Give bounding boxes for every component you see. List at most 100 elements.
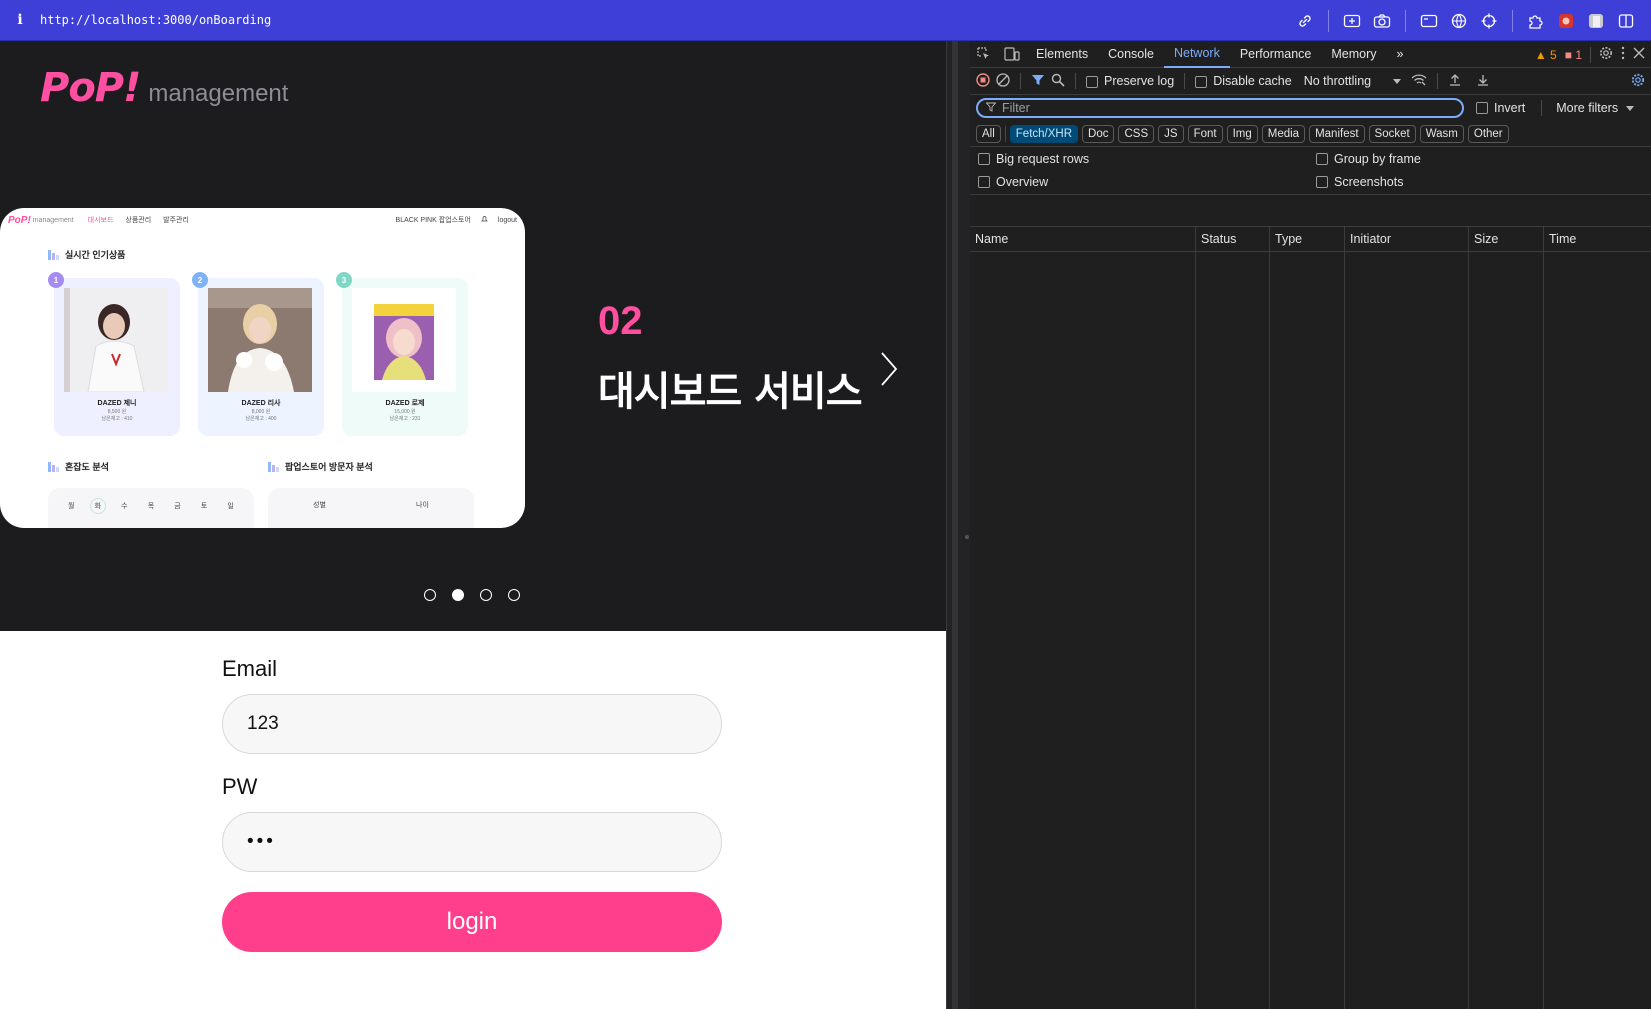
- preview-logo: PoP!: [8, 214, 31, 226]
- more-tabs-icon[interactable]: »: [1387, 41, 1414, 68]
- sidebar-toggle-icon[interactable]: [1611, 6, 1641, 36]
- resource-type-filters: All Fetch/XHR Doc CSS JS Font Img Media …: [970, 121, 1651, 147]
- extensions-icon[interactable]: [1521, 6, 1551, 36]
- preview-nav-dashboard: 대시보드: [87, 217, 114, 224]
- big-request-rows-checkbox[interactable]: Big request rows: [978, 152, 1089, 166]
- filter-chip-js[interactable]: JS: [1158, 124, 1184, 143]
- link-icon[interactable]: [1290, 6, 1320, 36]
- page-scrollbar[interactable]: [952, 41, 958, 1009]
- preview-logo-sub: management: [32, 216, 74, 224]
- rank-badge: 1: [48, 272, 64, 288]
- tab-memory[interactable]: Memory: [1321, 41, 1386, 68]
- filter-chip-doc[interactable]: Doc: [1082, 124, 1115, 143]
- more-filters-dropdown[interactable]: More filters: [1556, 101, 1635, 115]
- invert-checkbox[interactable]: Invert: [1476, 101, 1525, 115]
- filter-chip-wasm[interactable]: Wasm: [1419, 124, 1464, 143]
- preserve-log-checkbox[interactable]: Preserve log: [1086, 74, 1174, 88]
- preview-day: 일: [227, 503, 234, 510]
- profile-avatar-icon[interactable]: [1581, 6, 1611, 36]
- settings-gear-icon[interactable]: [1599, 46, 1613, 63]
- tab-elements[interactable]: Elements: [1026, 41, 1098, 68]
- carousel-dot[interactable]: [508, 589, 520, 601]
- tab-network[interactable]: Network: [1163, 41, 1230, 68]
- product-image: [64, 288, 168, 393]
- crosshair-icon[interactable]: [1474, 6, 1504, 36]
- camera-icon[interactable]: [1367, 6, 1397, 36]
- logo-management: management: [148, 80, 289, 107]
- disable-cache-checkbox[interactable]: Disable cache: [1195, 74, 1292, 88]
- preview-product-card: 2 DAZED 리사 8,000 원 남은재고 : 400: [192, 272, 324, 436]
- devtools-splitter[interactable]: [946, 41, 970, 1009]
- email-field[interactable]: 123: [222, 694, 722, 754]
- column-size[interactable]: Size: [1469, 227, 1544, 251]
- export-har-icon[interactable]: [1476, 73, 1490, 90]
- network-conditions-icon[interactable]: [1411, 73, 1427, 90]
- network-toolbar: Preserve log Disable cache No throttling: [970, 68, 1651, 95]
- screenshots-checkbox[interactable]: Screenshots: [1316, 175, 1403, 189]
- splitter-grip[interactable]: [965, 535, 969, 539]
- product-price: 15,000 원 남은재고 : 231: [389, 409, 421, 422]
- preview-nav-products: 상품관리: [125, 217, 152, 224]
- site-info-icon[interactable]: i: [0, 12, 40, 28]
- rank-badge: 3: [336, 272, 352, 288]
- import-har-icon[interactable]: [1448, 73, 1462, 90]
- column-status[interactable]: Status: [1196, 227, 1270, 251]
- screen-capture-icon[interactable]: [1337, 6, 1367, 36]
- filter-chip-fetch-xhr[interactable]: Fetch/XHR: [1009, 124, 1079, 143]
- column-time[interactable]: Time: [1544, 227, 1651, 251]
- globe-icon[interactable]: [1444, 6, 1474, 36]
- inspect-element-icon[interactable]: [970, 41, 998, 68]
- column-name[interactable]: Name: [970, 227, 1196, 251]
- slide-title: 대시보드 서비스: [598, 369, 863, 415]
- preview-product-card: 3 DAZED 로제 15,000 원 남은재고 : 231: [336, 272, 468, 436]
- chevron-down-icon: [1393, 78, 1402, 84]
- network-settings-gear-icon[interactable]: [1631, 73, 1645, 90]
- filter-chip-img[interactable]: Img: [1226, 124, 1258, 143]
- url-text[interactable]: http://localhost:3000/onBoarding: [40, 13, 271, 27]
- warnings-badge[interactable]: ▲ 5: [1535, 48, 1557, 62]
- product-name: DAZED 리사: [241, 400, 281, 407]
- password-field[interactable]: •••: [222, 812, 722, 872]
- filter-chip-socket[interactable]: Socket: [1368, 124, 1416, 143]
- filter-chip-font[interactable]: Font: [1187, 124, 1223, 143]
- terminal-icon[interactable]: [1414, 6, 1444, 36]
- pw-label: PW: [222, 774, 258, 799]
- filter-chip-all[interactable]: All: [976, 124, 1001, 143]
- carousel-dot[interactable]: [424, 589, 436, 601]
- device-toolbar-icon[interactable]: [998, 41, 1026, 68]
- errors-badge[interactable]: ■ 1: [1565, 48, 1582, 62]
- column-type[interactable]: Type: [1270, 227, 1345, 251]
- preview-tab-age: 나이: [416, 502, 429, 509]
- group-by-frame-checkbox[interactable]: Group by frame: [1316, 152, 1421, 166]
- preview-navbar: PoP! management 대시보드 상품관리 발주관리 BLACK PIN…: [0, 208, 525, 232]
- app-logo[interactable]: PoP! management: [40, 65, 288, 111]
- bar-chart-icon: [48, 249, 59, 260]
- tab-console[interactable]: Console: [1098, 41, 1164, 68]
- preview-tab-gender: 성별: [313, 502, 326, 509]
- filter-chip-css[interactable]: CSS: [1118, 124, 1155, 143]
- login-button[interactable]: login: [222, 892, 722, 952]
- filter-row: Filter Invert More filters: [970, 95, 1651, 121]
- filter-input[interactable]: Filter: [976, 98, 1464, 118]
- throttling-select[interactable]: No throttling: [1304, 74, 1402, 88]
- filter-funnel-icon[interactable]: [1031, 73, 1045, 90]
- carousel-dot-active[interactable]: [452, 589, 464, 601]
- filter-chip-manifest[interactable]: Manifest: [1309, 124, 1365, 143]
- product-name: DAZED 제니: [97, 400, 137, 407]
- filter-chip-other[interactable]: Other: [1467, 124, 1509, 143]
- record-stop-icon[interactable]: [976, 72, 990, 90]
- dashboard-preview-image: PoP! management 대시보드 상품관리 발주관리 BLACK PIN…: [0, 208, 525, 528]
- close-devtools-icon[interactable]: [1633, 47, 1645, 62]
- overview-checkbox[interactable]: Overview: [978, 175, 1048, 189]
- carousel-next-arrow-icon[interactable]: [876, 349, 902, 389]
- filter-chip-media[interactable]: Media: [1261, 124, 1306, 143]
- tab-performance[interactable]: Performance: [1230, 41, 1322, 68]
- carousel-dot[interactable]: [480, 589, 492, 601]
- product-price: 8,500 원 남은재고 : 410: [101, 409, 133, 422]
- kebab-menu-icon[interactable]: [1621, 46, 1625, 63]
- search-icon[interactable]: [1051, 73, 1065, 90]
- product-name: DAZED 로제: [385, 400, 425, 407]
- column-initiator[interactable]: Initiator: [1345, 227, 1469, 251]
- clear-icon[interactable]: [996, 72, 1010, 90]
- extension-badge-icon[interactable]: [1551, 6, 1581, 36]
